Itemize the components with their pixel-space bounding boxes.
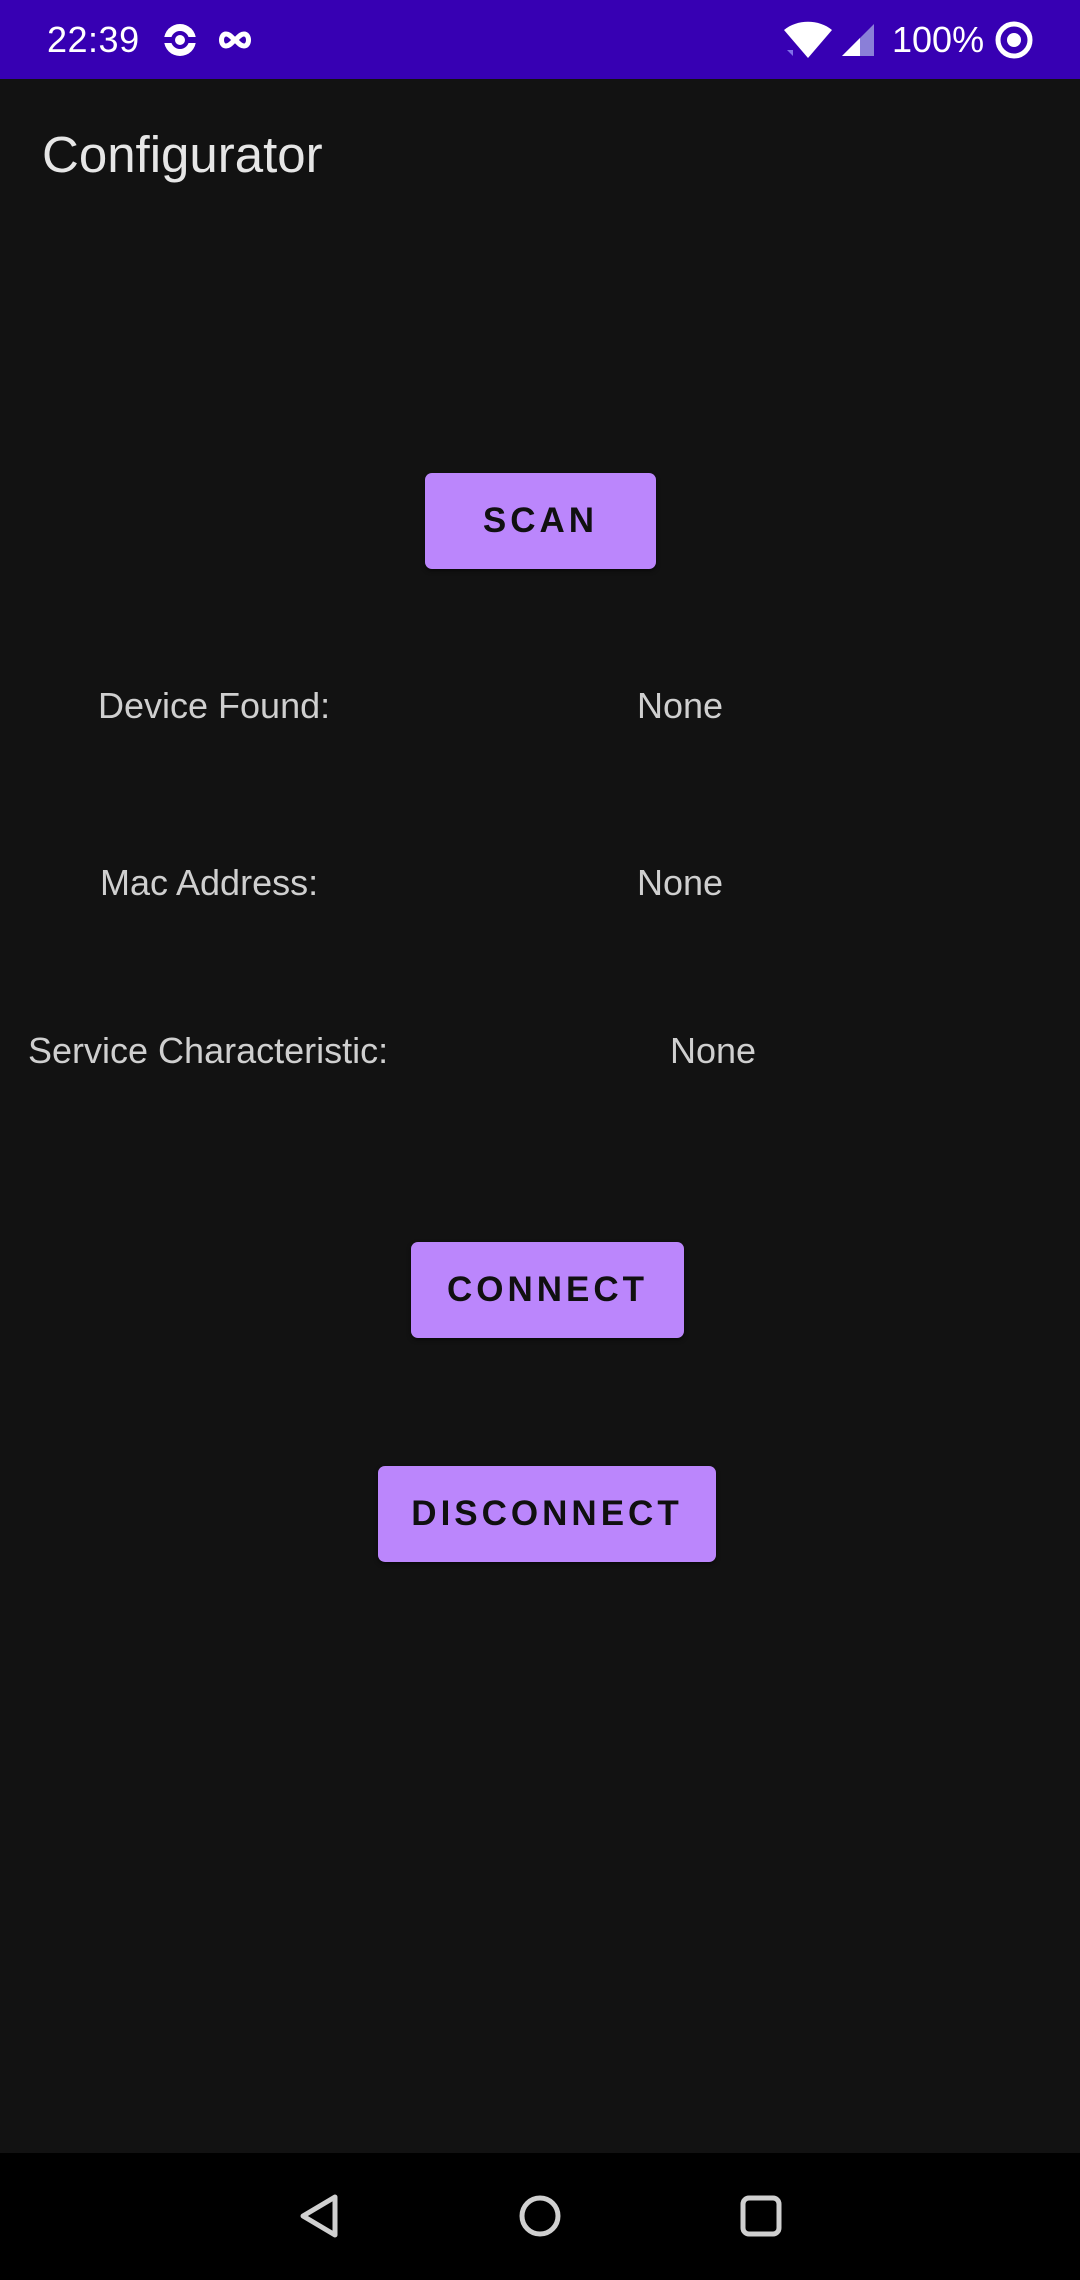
app-notification-icon xyxy=(160,18,200,62)
navigation-bar xyxy=(0,2153,1080,2280)
mac-address-value: None xyxy=(637,862,724,903)
battery-percentage: 100% xyxy=(892,19,985,60)
status-time: 22:39 xyxy=(47,19,140,60)
device-found-label: Device Found: xyxy=(98,685,331,726)
service-characteristic-value: None xyxy=(670,1030,757,1071)
scan-button[interactable]: SCAN xyxy=(425,473,656,569)
mac-address-label: Mac Address: xyxy=(100,862,319,903)
circle-target-icon xyxy=(992,18,1036,62)
status-bar: 22:39 100% xyxy=(0,0,1080,79)
signal-icon xyxy=(838,18,878,62)
connect-button[interactable]: CONNECT xyxy=(411,1242,684,1338)
service-characteristic-label: Service Characteristic: xyxy=(28,1030,389,1071)
disconnect-button[interactable]: DISCONNECT xyxy=(378,1466,716,1562)
recents-icon[interactable] xyxy=(728,2183,794,2249)
screen: 22:39 100% Configurator SCAN Device Foun… xyxy=(0,0,1080,2280)
infinity-icon xyxy=(215,18,255,62)
app-title: Configurator xyxy=(42,126,323,183)
back-icon[interactable] xyxy=(287,2183,353,2249)
wifi-icon xyxy=(782,18,834,62)
home-icon[interactable] xyxy=(507,2183,573,2249)
device-found-value: None xyxy=(637,685,724,726)
